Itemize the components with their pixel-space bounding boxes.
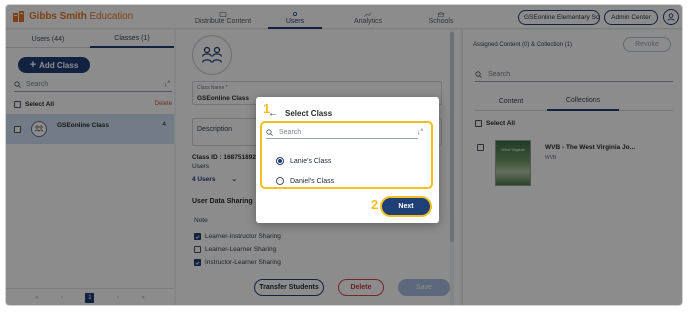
modal-header: ← Select Class xyxy=(268,108,332,119)
modal-title: Select Class xyxy=(285,109,333,118)
next-button[interactable]: Next xyxy=(382,198,430,215)
class-option-label: Daniel's Class xyxy=(290,177,335,185)
modal-search-input[interactable]: Search xyxy=(266,126,418,139)
back-arrow-icon[interactable]: ← xyxy=(268,108,278,119)
sort-az-icon[interactable]: ↓A xyxy=(417,127,423,136)
radio-selected[interactable] xyxy=(276,157,284,165)
radio-unselected[interactable] xyxy=(276,177,284,185)
search-icon xyxy=(266,128,273,136)
search-placeholder: Search xyxy=(279,128,302,136)
class-option-label: Lanie's Class xyxy=(290,157,332,165)
class-option-lanie[interactable]: Lanie's Class xyxy=(276,157,331,165)
app-window: Gibbs Smith Education Distribute Content… xyxy=(5,4,683,306)
class-option-daniel[interactable]: Daniel's Class xyxy=(276,177,334,185)
select-class-modal: 1 ← Select Class Search ↓A Lanie's Class… xyxy=(256,97,439,223)
step-2-marker: 2 xyxy=(371,197,379,212)
